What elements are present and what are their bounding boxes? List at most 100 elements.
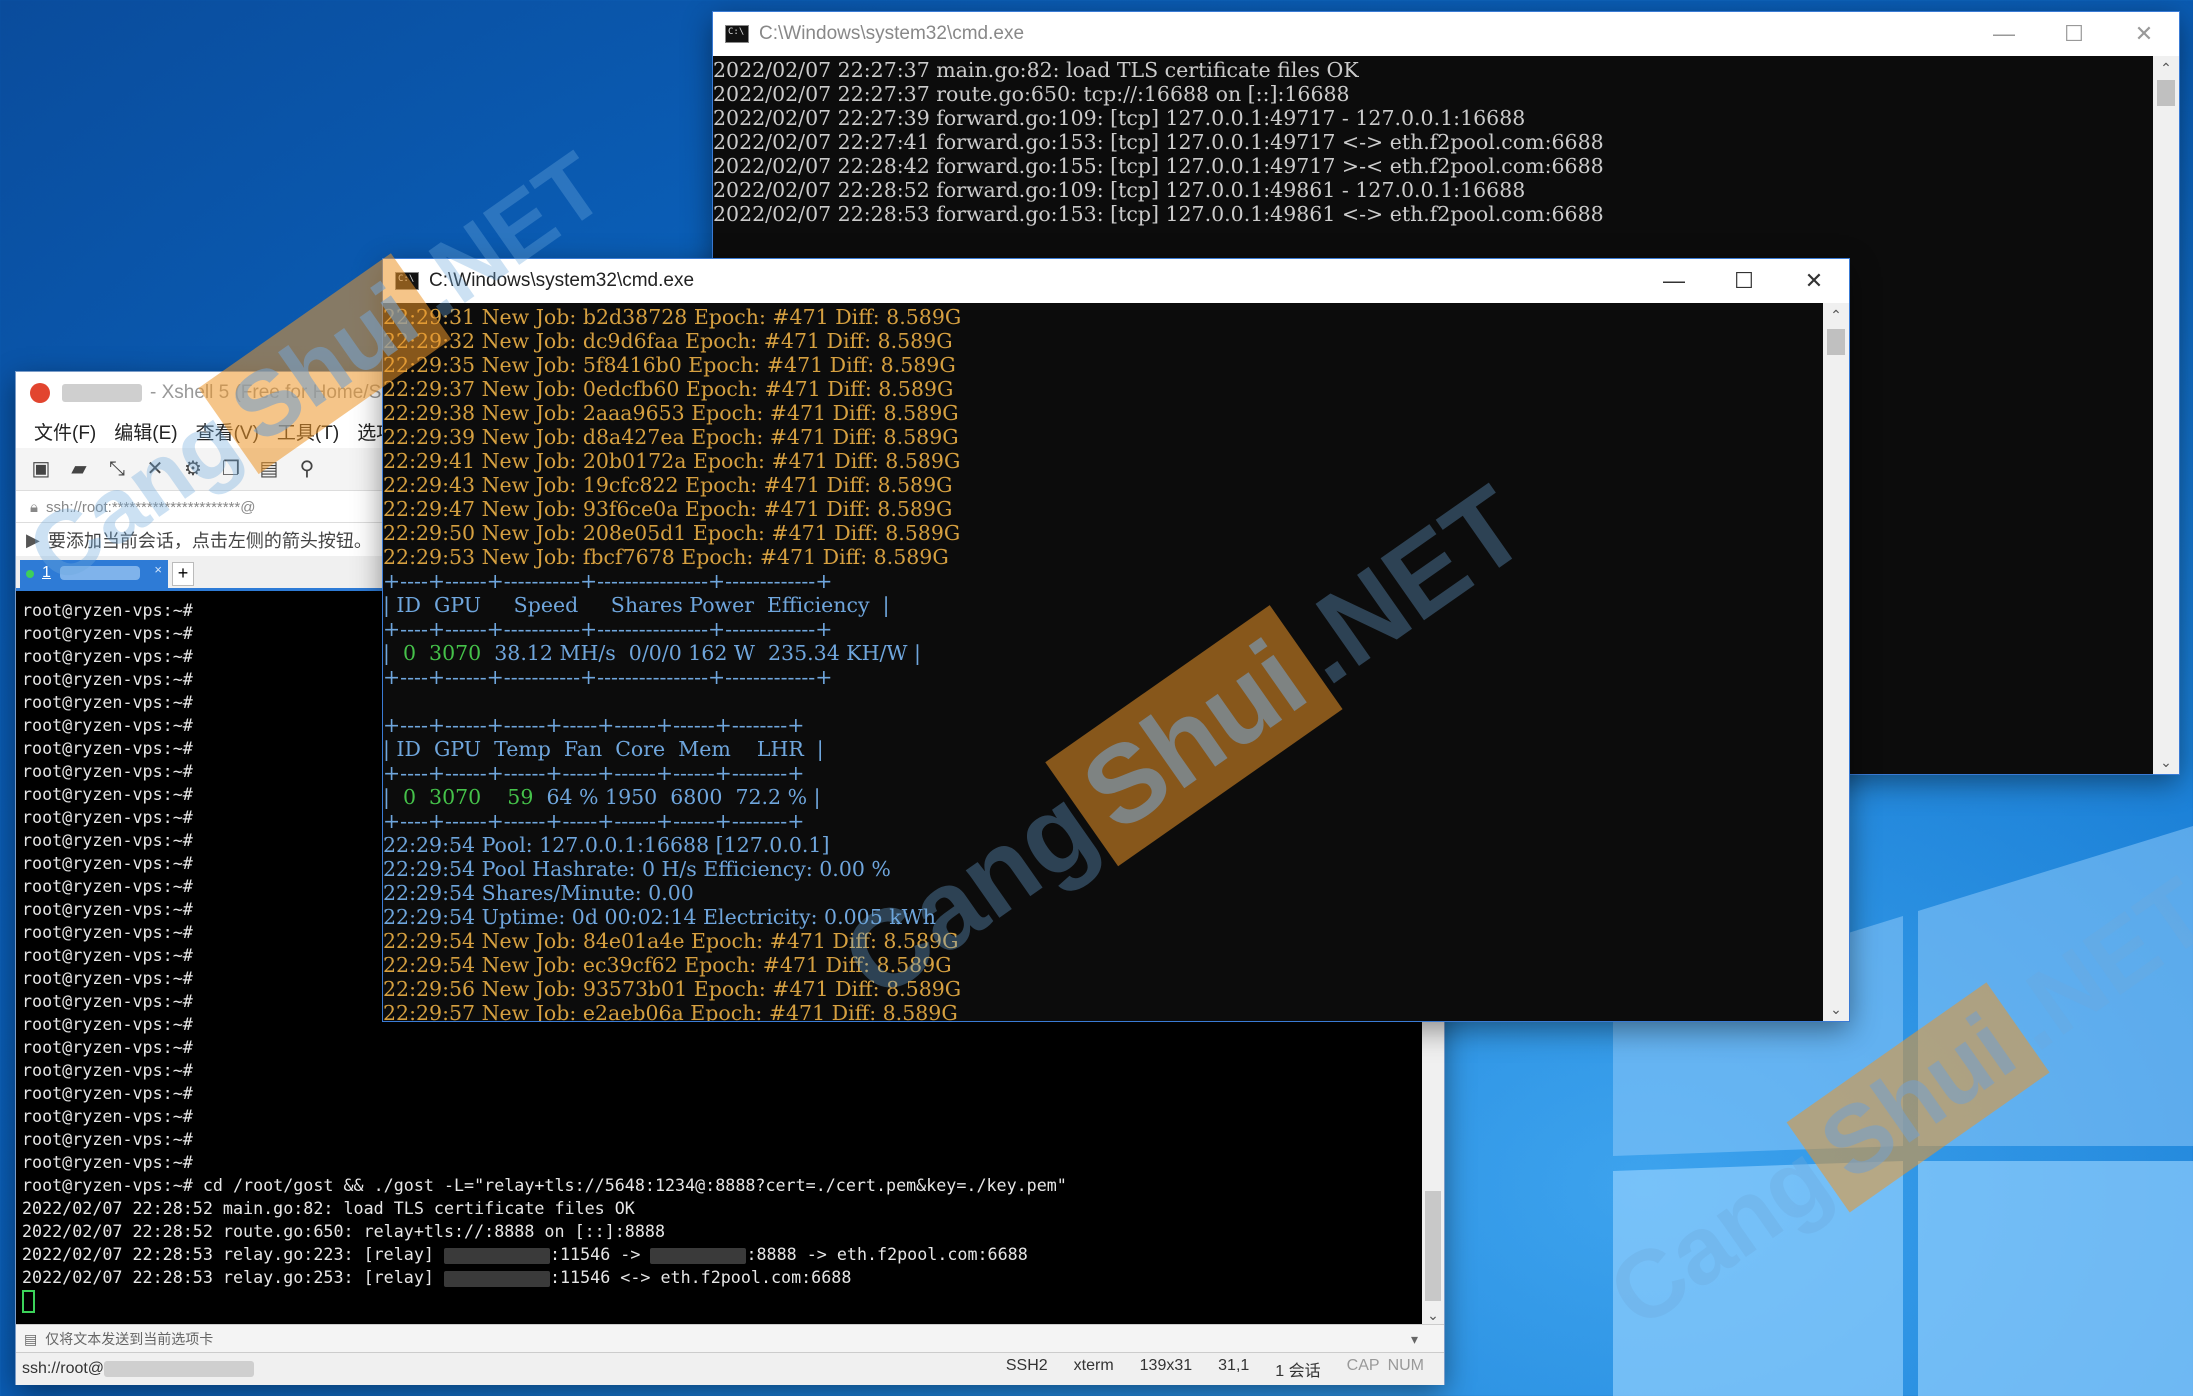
- menu-view[interactable]: 查看(V): [196, 418, 259, 445]
- output-line: 2022/02/07 22:28:53 relay.go:253: [relay…: [22, 1267, 852, 1287]
- job-line: 22:29:41 New Job: 20b0172a Epoch: #471 D…: [383, 449, 961, 473]
- cmd-icon: [725, 25, 749, 43]
- table-border: +----+------+------+-----+------+------+…: [383, 809, 805, 833]
- stat-line: 22:29:54 Pool Hashrate: 0 H/s Efficiency…: [383, 857, 891, 881]
- table-row: | 0 3070 38.12 MH/s 0/0/0 162 W 235.34 K…: [383, 641, 921, 665]
- redacted-ip: [443, 1270, 550, 1287]
- scrollbar-thumb[interactable]: [2157, 80, 2175, 106]
- add-tab-button[interactable]: +: [172, 562, 194, 586]
- table-header: | ID GPU Temp Fan Core Mem LHR |: [383, 737, 824, 761]
- maximize-button[interactable]: ☐: [2039, 12, 2109, 56]
- scroll-down-icon[interactable]: ⌄: [1823, 997, 1849, 1021]
- console-line: 2022/02/07 22:27:39 forward.go:109: [tcp…: [713, 106, 1526, 130]
- redacted-host: [104, 1361, 255, 1377]
- address-text: ssh://root:**********************@: [45, 498, 256, 516]
- properties-icon[interactable]: ⚙: [180, 457, 206, 481]
- send-menu-icon[interactable]: ▾: [1411, 1331, 1418, 1348]
- xshell-logo-icon: [30, 383, 50, 403]
- find-icon[interactable]: ⚲: [294, 457, 320, 481]
- status-caps: CAP: [1346, 1357, 1380, 1374]
- tab-close-icon[interactable]: ×: [154, 562, 162, 577]
- tab-number: 1: [42, 564, 51, 581]
- disconnect-icon[interactable]: ✕: [142, 457, 168, 481]
- console-line: 2022/02/07 22:27:37 main.go:82: load TLS…: [713, 58, 1359, 82]
- status-term: xterm: [1073, 1357, 1114, 1374]
- redacted-ip: [650, 1247, 747, 1264]
- copy-icon[interactable]: ❐: [218, 457, 244, 481]
- menu-edit[interactable]: 编辑(E): [114, 418, 177, 445]
- prompt-line: root@ryzen-vps:~#: [22, 1106, 193, 1126]
- output-line: 2022/02/07 22:28:52 main.go:82: load TLS…: [22, 1198, 635, 1218]
- cmd-back-titlebar[interactable]: C:\Windows\system32\cmd.exe — ☐ ✕: [713, 12, 2179, 56]
- minimize-button[interactable]: —: [1639, 259, 1709, 303]
- console-line: 2022/02/07 22:27:41 forward.go:153: [tcp…: [713, 130, 1604, 154]
- job-line: 22:29:43 New Job: 19cfc822 Epoch: #471 D…: [383, 473, 953, 497]
- scroll-down-icon[interactable]: ⌄: [2153, 750, 2179, 774]
- status-pos: 31,1: [1218, 1357, 1250, 1374]
- scroll-up-icon[interactable]: ⌃: [1823, 303, 1849, 327]
- job-line: 22:29:50 New Job: 208e05d1 Epoch: #471 D…: [383, 521, 961, 545]
- table-border: +----+------+-----------+---------------…: [383, 665, 833, 689]
- cmd-miner-console[interactable]: 22:29:31 New Job: b2d38728 Epoch: #471 D…: [383, 303, 1823, 1021]
- job-line: 22:29:57 New Job: e2aeb06a Epoch: #471 D…: [383, 1001, 958, 1021]
- job-line: 22:29:56 New Job: 93573b01 Epoch: #471 D…: [383, 977, 962, 1001]
- table-row: | 0 3070 59 64 % 1950 6800 72.2 % |: [383, 785, 821, 809]
- job-line: 22:29:54 New Job: 84e01a4e Epoch: #471 D…: [383, 929, 959, 953]
- status-sessions: 1 会话: [1275, 1363, 1321, 1380]
- cmd-icon: [395, 272, 419, 290]
- output-line: 2022/02/07 22:28:52 route.go:650: relay+…: [22, 1221, 665, 1241]
- scrollbar-thumb[interactable]: [1827, 329, 1845, 355]
- table-border: +----+------+------+-----+------+------+…: [383, 713, 805, 737]
- lock-icon: 🔒︎: [30, 498, 38, 516]
- output-line: 2022/02/07 22:28:53 relay.go:223: [relay…: [22, 1244, 1028, 1264]
- paste-icon[interactable]: ▤: [256, 457, 282, 481]
- table-border: +----+------+-----------+---------------…: [383, 617, 833, 641]
- xshell-title: - Xshell 5 (Free for Home/Sc: [150, 382, 391, 403]
- job-line: 22:29:35 New Job: 5f8416b0 Epoch: #471 D…: [383, 353, 956, 377]
- arrow-icon[interactable]: ▶: [26, 530, 40, 551]
- table-header: | ID GPU Speed Shares Power Efficiency |: [383, 593, 890, 617]
- send-bar[interactable]: ▤ 仅将文本发送到当前选项卡 ▾: [16, 1324, 1444, 1353]
- scroll-up-icon[interactable]: ⌃: [2153, 56, 2179, 80]
- terminal-cursor: [22, 1290, 35, 1313]
- cmd-miner-scrollbar[interactable]: ⌃ ⌄: [1823, 303, 1849, 1021]
- new-session-icon[interactable]: ▣: [28, 457, 54, 481]
- reconnect-icon[interactable]: ⤡: [104, 457, 130, 481]
- command-line: root@ryzen-vps:~# cd /root/gost && ./gos…: [22, 1175, 1067, 1195]
- prompt-line: root@ryzen-vps:~#: [22, 1152, 193, 1172]
- cmd-miner-titlebar[interactable]: C:\Windows\system32\cmd.exe — ☐ ✕: [383, 259, 1849, 303]
- cmd-window-miner[interactable]: C:\Windows\system32\cmd.exe — ☐ ✕ 22:29:…: [383, 259, 1849, 1021]
- console-line: 2022/02/07 22:27:37 route.go:650: tcp://…: [713, 82, 1350, 106]
- prompt-line: root@ryzen-vps:~#: [22, 1037, 193, 1057]
- session-tab[interactable]: 1 ×: [20, 560, 168, 588]
- close-button[interactable]: ✕: [1779, 259, 1849, 303]
- close-button[interactable]: ✕: [2109, 12, 2179, 56]
- cmd-back-scrollbar[interactable]: ⌃ ⌄: [2153, 56, 2179, 774]
- status-proto: SSH2: [1005, 1357, 1048, 1374]
- status-conn: ssh://root@: [22, 1360, 105, 1377]
- status-size: 139x31: [1139, 1357, 1193, 1374]
- cmd-miner-title: C:\Windows\system32\cmd.exe: [429, 270, 695, 291]
- prompt-line: root@ryzen-vps:~#: [22, 1060, 193, 1080]
- table-border: +----+------+-----------+---------------…: [383, 569, 833, 593]
- job-line: 22:29:53 New Job: fbcf7678 Epoch: #471 D…: [383, 545, 949, 569]
- redacted-host: [62, 384, 142, 402]
- minimize-button[interactable]: —: [1969, 12, 2039, 56]
- maximize-button[interactable]: ☐: [1709, 259, 1779, 303]
- scrollbar-thumb[interactable]: [1425, 1191, 1441, 1301]
- open-folder-icon[interactable]: ▰: [66, 457, 92, 481]
- menu-tools[interactable]: 工具(T): [277, 418, 339, 445]
- job-line: 22:29:31 New Job: b2d38728 Epoch: #471 D…: [383, 305, 962, 329]
- job-line: 22:29:39 New Job: d8a427ea Epoch: #471 D…: [383, 425, 959, 449]
- stat-line: 22:29:54 Pool: 127.0.0.1:16688 [127.0.0.…: [383, 833, 830, 857]
- status-bar: ssh://root@ SSH2 xterm 139x31 31,1 1 会话 …: [16, 1352, 1444, 1385]
- stat-line: 22:29:54 Uptime: 0d 00:02:14 Electricity…: [383, 905, 936, 929]
- console-line: 2022/02/07 22:28:52 forward.go:109: [tcp…: [713, 178, 1526, 202]
- send-bar-text: 仅将文本发送到当前选项卡: [45, 1331, 214, 1347]
- menu-file[interactable]: 文件(F): [34, 418, 96, 445]
- job-line: 22:29:54 New Job: ec39cf62 Epoch: #471 D…: [383, 953, 952, 977]
- prompt-line: root@ryzen-vps:~#: [22, 1083, 193, 1103]
- job-line: 22:29:38 New Job: 2aaa9653 Epoch: #471 D…: [383, 401, 959, 425]
- send-icon: ▤: [24, 1330, 38, 1347]
- scroll-down-icon[interactable]: ⌄: [1422, 1307, 1444, 1324]
